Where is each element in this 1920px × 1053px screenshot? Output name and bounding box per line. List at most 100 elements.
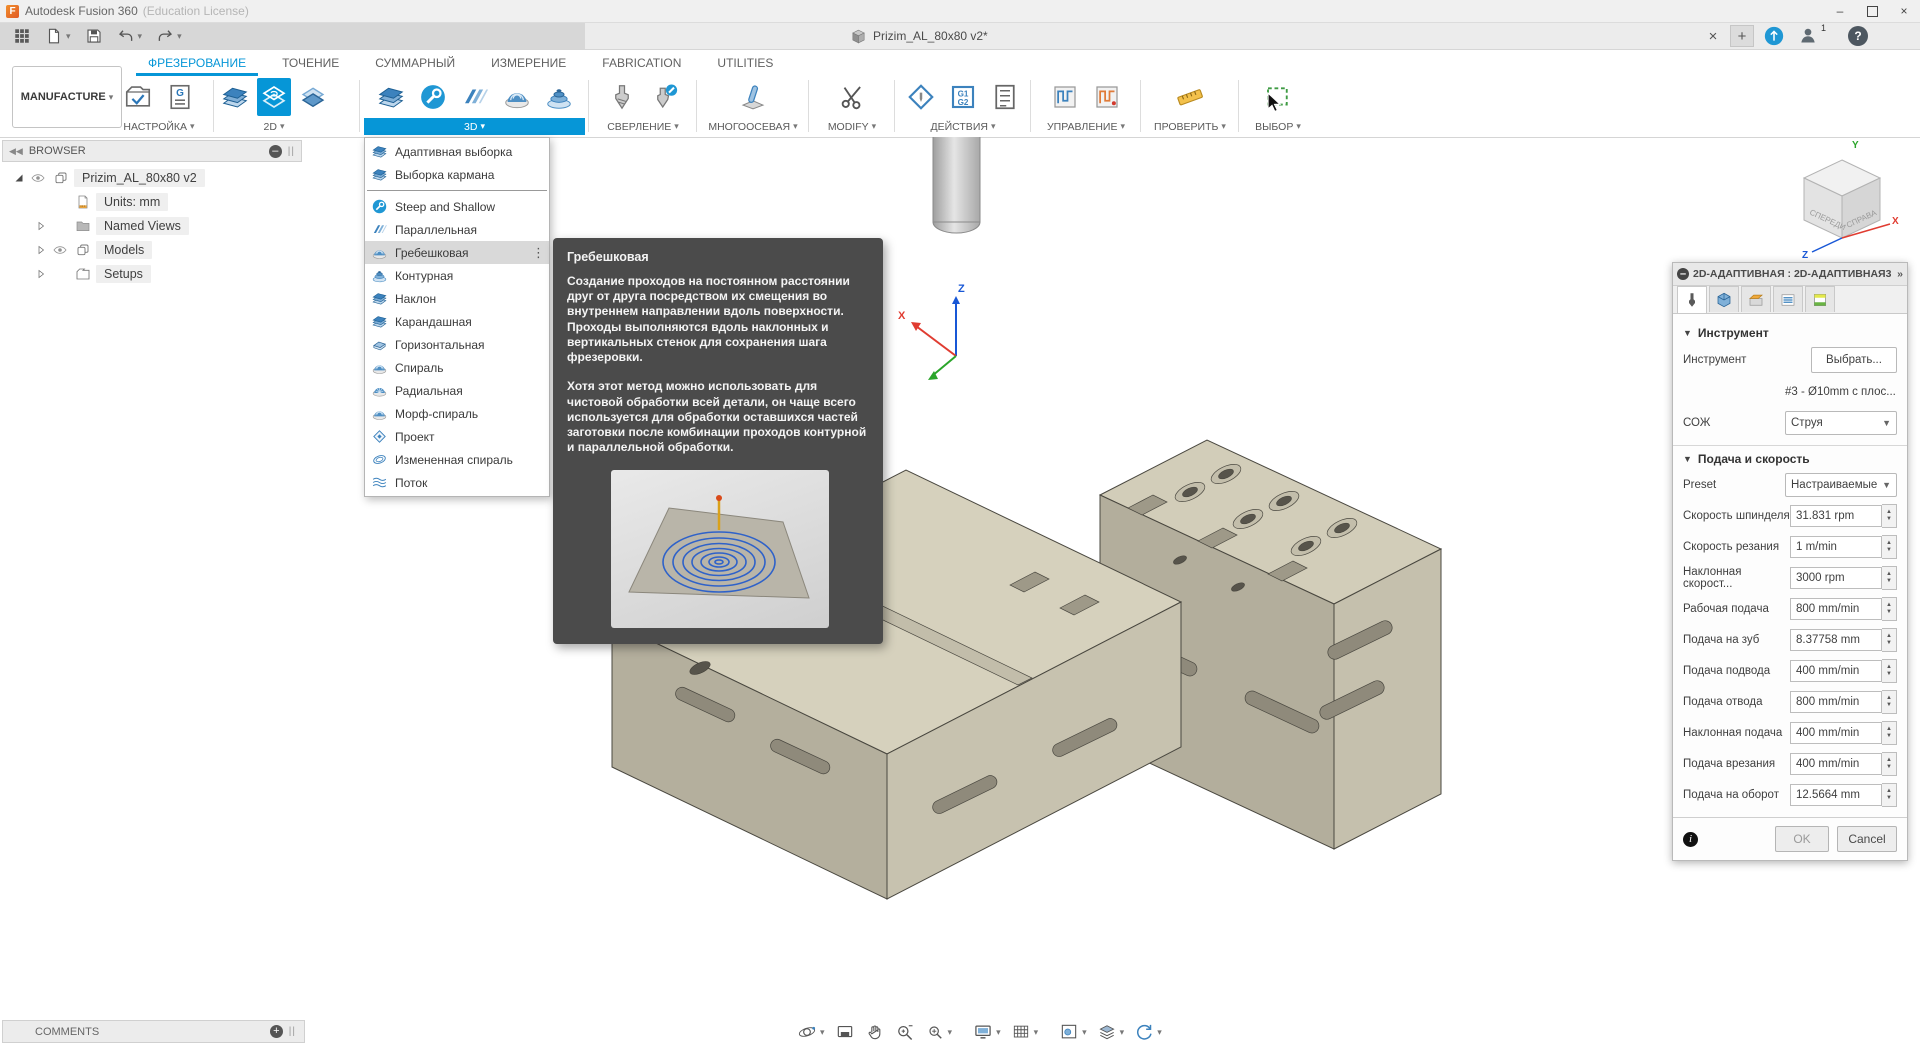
spinner-buttons[interactable]: ▲ ▼: [1882, 566, 1897, 590]
document-close-icon[interactable]: ×: [1702, 25, 1724, 47]
close-button[interactable]: ×: [1888, 0, 1920, 22]
dialog-minimize-icon[interactable]: –: [1677, 268, 1689, 280]
visibility-eye-icon[interactable]: [50, 218, 70, 234]
ribbon-group-label-modify[interactable]: MODIFY: [813, 118, 891, 135]
workspace-tab-точение[interactable]: ТОЧЕНИЕ: [264, 50, 357, 76]
ribbon-group-label-управление[interactable]: УПРАВЛЕНИЕ: [1035, 118, 1137, 135]
input-наклонная-скорост-[interactable]: 3000 rpm: [1790, 567, 1882, 589]
workspace-tab-utilities[interactable]: UTILITIES: [699, 50, 791, 76]
operation-tab-pt-heights[interactable]: [1741, 286, 1771, 312]
operation-tab-pt-geom[interactable]: [1709, 286, 1739, 312]
workspace-tab-fabrication[interactable]: FABRICATION: [584, 50, 699, 76]
browser-row-prizim_al_80x80-v2[interactable]: Prizim_AL_80x80 v2: [2, 166, 302, 190]
menu-item-морф-спираль[interactable]: Морф-спираль: [365, 402, 549, 425]
browser-row-units-mm[interactable]: Units: mm: [2, 190, 302, 214]
input-рабочая-подача[interactable]: 800 mm/min: [1790, 598, 1882, 620]
nav-grid-and-snaps-button[interactable]: [1011, 1022, 1039, 1042]
input-скорость-резания[interactable]: 1 m/min: [1790, 536, 1882, 558]
menu-item-наклон[interactable]: Наклон: [365, 287, 549, 310]
account-button[interactable]: 1: [1798, 23, 1826, 47]
spinner-buttons[interactable]: ▲ ▼: [1882, 597, 1897, 621]
ribbon-group-label-действия[interactable]: ДЕЙСТВИЯ: [899, 118, 1027, 135]
input-подача-на-зуб[interactable]: 8.37758 mm: [1790, 629, 1882, 651]
workspace-tab-суммарный[interactable]: СУММАРНЫЙ: [357, 50, 473, 76]
ribbon-tool-g1g2[interactable]: G1 G2: [944, 78, 982, 116]
document-tab[interactable]: Prizim_AL_80x80 v2*: [850, 23, 988, 49]
input-скорость-шпинделя[interactable]: 31.831 rpm: [1790, 505, 1882, 527]
undo-button[interactable]: [110, 24, 150, 48]
select-tool-button[interactable]: Выбрать...: [1811, 347, 1897, 373]
menu-item-спираль[interactable]: Спираль: [365, 356, 549, 379]
operation-tab-pt-tool[interactable]: [1677, 286, 1707, 313]
spinner-buttons[interactable]: ▲ ▼: [1882, 504, 1897, 528]
job-status-icon[interactable]: [1763, 25, 1785, 47]
menu-item-проект[interactable]: Проект: [365, 425, 549, 448]
spinner-buttons[interactable]: ▲ ▼: [1882, 535, 1897, 559]
ribbon-tool-sheets[interactable]: [218, 78, 253, 116]
expander-icon[interactable]: [32, 266, 50, 282]
expander-icon[interactable]: [32, 218, 50, 234]
visibility-eye-icon[interactable]: [50, 194, 70, 210]
expander-icon[interactable]: [10, 170, 28, 186]
menu-item-выборка-кармана[interactable]: Выборка кармана: [365, 163, 549, 186]
expander-icon[interactable]: [32, 242, 50, 258]
nav-display-settings-button[interactable]: [973, 1022, 1001, 1042]
ribbon-group-label-проверить[interactable]: ПРОВЕРИТЬ: [1145, 118, 1235, 135]
ribbon-group-label-сверление[interactable]: СВЕРЛЕНИЕ: [593, 118, 693, 135]
comments-bar[interactable]: COMMENTS + ||: [2, 1020, 305, 1043]
workspace-tab-измерение[interactable]: ИЗМЕРЕНИЕ: [473, 50, 584, 76]
ribbon-tool-drill[interactable]: [603, 78, 641, 116]
menu-item-горизонтальная[interactable]: Горизонтальная: [365, 333, 549, 356]
expander-icon[interactable]: [32, 194, 50, 210]
redo-button[interactable]: [149, 24, 189, 48]
ribbon-tool-cone[interactable]: [540, 78, 578, 116]
ribbon-tool-sim-diamond[interactable]: [902, 78, 940, 116]
nav-zoom-window-button[interactable]: [925, 1022, 953, 1042]
menu-item-контурная[interactable]: Контурная: [365, 264, 549, 287]
ribbon-tool-swarf[interactable]: [734, 78, 772, 116]
workspace-tab-фрезерование[interactable]: ФРЕЗЕРОВАНИЕ: [130, 50, 264, 76]
menu-item-радиальная[interactable]: Радиальная: [365, 379, 549, 402]
input-наклонная-подача[interactable]: 400 mm/min: [1790, 722, 1882, 744]
kebab-menu-icon[interactable]: ⋮: [532, 245, 545, 261]
menu-item-измененная-спираль[interactable]: Измененная спираль: [365, 448, 549, 471]
app-launcher-button[interactable]: [6, 24, 38, 48]
browser-minimize-icon[interactable]: –: [268, 144, 282, 158]
view-cube[interactable]: СПЕРЕДИ СПРАВА: [1782, 138, 1912, 268]
browser-row-models[interactable]: Models: [2, 238, 302, 262]
save-button[interactable]: [78, 24, 110, 48]
maximize-button[interactable]: [1856, 0, 1888, 22]
nav-look-at-button[interactable]: [835, 1022, 855, 1042]
input-подача-врезания[interactable]: 400 mm/min: [1790, 753, 1882, 775]
ribbon-tool-toolpath-a[interactable]: [1046, 78, 1084, 116]
menu-item-steep-and-shallow[interactable]: Steep and Shallow: [365, 195, 549, 218]
ribbon-tool-ruler[interactable]: [1171, 78, 1209, 116]
ribbon-tool-diamond-active[interactable]: [256, 78, 292, 116]
nav-effects-button[interactable]: [1097, 1022, 1125, 1042]
section-header-подача-и-скорость[interactable]: ▼ Подача и скорость: [1683, 452, 1897, 466]
ribbon-tool-toolpath-b[interactable]: [1088, 78, 1126, 116]
visibility-eye-icon[interactable]: [50, 266, 70, 282]
spinner-buttons[interactable]: ▲ ▼: [1882, 783, 1897, 807]
file-menu-button[interactable]: [38, 24, 78, 48]
menu-item-поток[interactable]: Поток: [365, 471, 549, 494]
input-подача-на-оборот[interactable]: 12.5664 mm: [1790, 784, 1882, 806]
ribbon-group-label-3d[interactable]: 3D: [364, 118, 585, 135]
visibility-eye-icon[interactable]: [28, 170, 48, 186]
ribbon-tool-setup-folder[interactable]: [119, 78, 157, 116]
nav-viewports-button[interactable]: [1059, 1022, 1087, 1042]
browser-row-named-views[interactable]: Named Views: [2, 214, 302, 238]
menu-item-карандашная[interactable]: Карандашная: [365, 310, 549, 333]
spinner-buttons[interactable]: ▲ ▼: [1882, 752, 1897, 776]
menu-item-параллельная[interactable]: Параллельная: [365, 218, 549, 241]
ribbon-tool-scissors[interactable]: [833, 78, 871, 116]
visibility-eye-icon[interactable]: [50, 242, 70, 258]
nav-orbit-button[interactable]: [797, 1022, 825, 1042]
ribbon-group-label-2d[interactable]: 2D: [218, 118, 330, 135]
menu-item-адаптивная-выборка[interactable]: Адаптивная выборка: [365, 140, 549, 163]
ribbon-tool-wrench-circle[interactable]: [414, 78, 452, 116]
ribbon-tool-sheets[interactable]: [372, 78, 410, 116]
dropdown-сож[interactable]: Струя ▼: [1785, 411, 1897, 435]
minimize-button[interactable]: –: [1824, 0, 1856, 22]
input-подача-подвода[interactable]: 400 mm/min: [1790, 660, 1882, 682]
